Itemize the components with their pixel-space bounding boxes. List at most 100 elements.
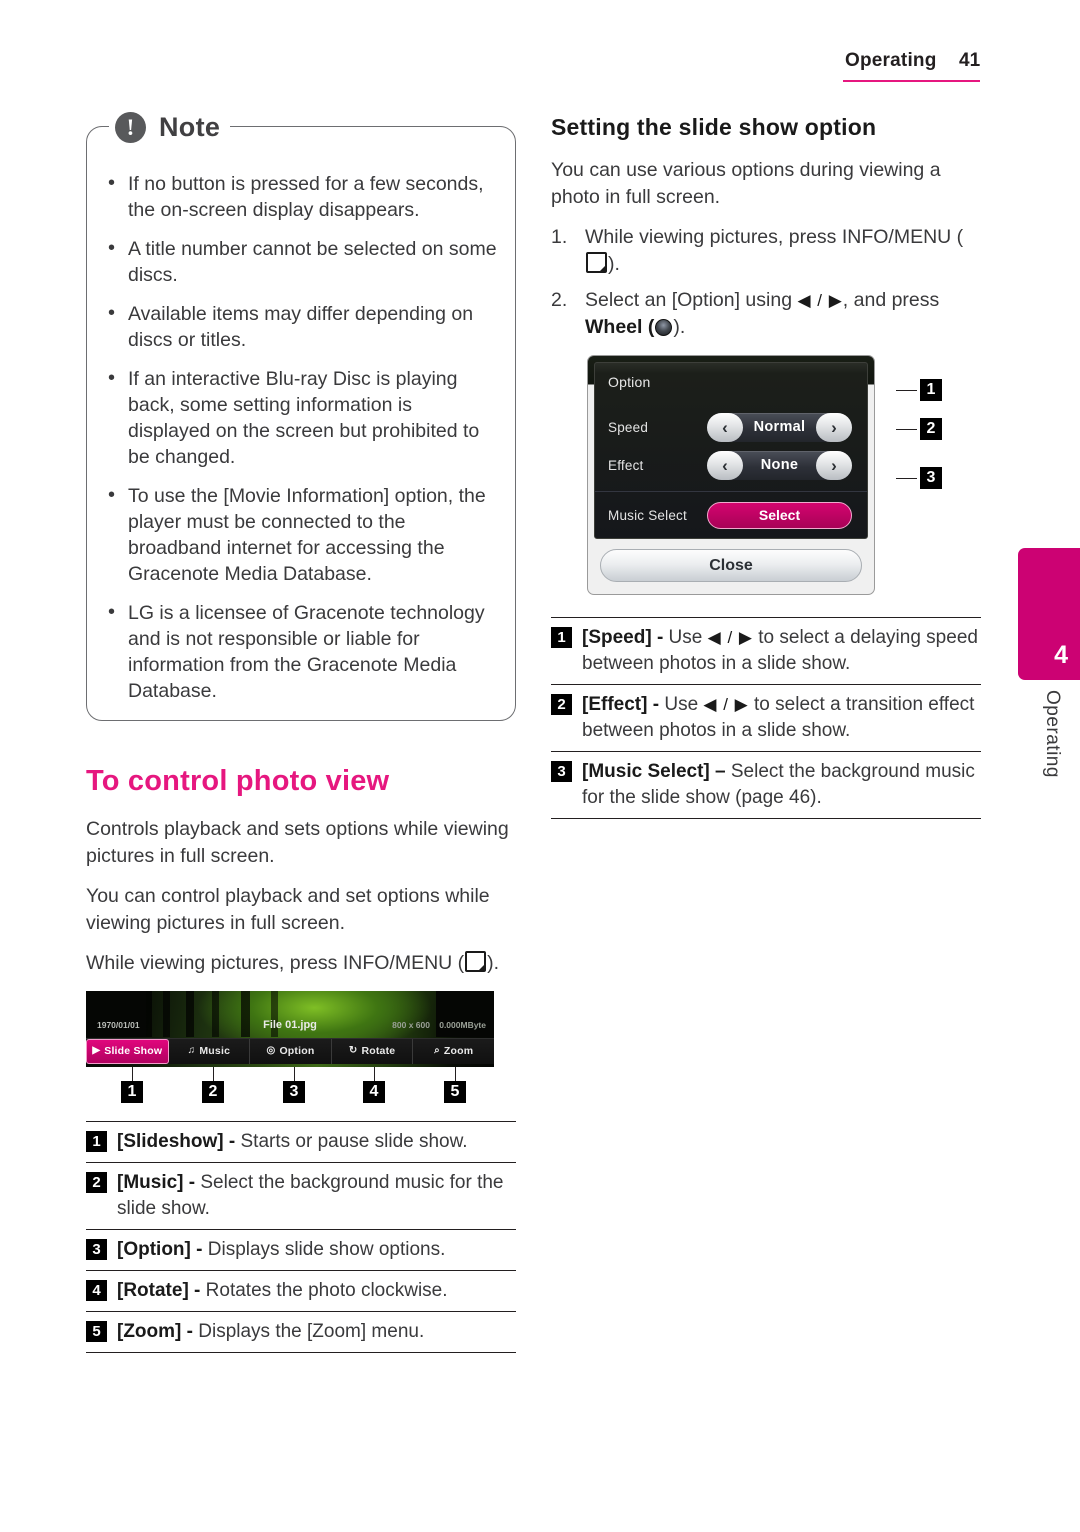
option-dialog-body: Option Speed ‹ Normal › Effect ‹ None › … [594, 362, 868, 539]
legend-chip: 5 [86, 1320, 107, 1342]
slide-show-option-steps: 1. While viewing pictures, press INFO/MEN… [551, 224, 981, 341]
step-number: 1. [551, 226, 568, 248]
osd-button-label: Zoom [443, 1045, 474, 1057]
note-item: A title number cannot be selected on som… [103, 235, 499, 288]
note-item: If an interactive Blu-ray Disc is playin… [103, 365, 499, 470]
callout-chip: 1 [121, 1080, 143, 1103]
callout-leader [213, 1066, 215, 1081]
legend-row: 3 [Option] - Displays slide show options… [86, 1230, 516, 1271]
legend-row: 2 [Effect] - Use ◀ / ▶ to select a trans… [551, 685, 981, 752]
photo-view-paragraph-3-pre: While viewing pictures, press INFO/MENU … [86, 952, 465, 974]
callout-leader [455, 1066, 457, 1081]
photo-view-heading: To control photo view [86, 765, 390, 797]
slide-show-option-heading: Setting the slide show option [551, 114, 877, 140]
step-text-post: ). [608, 253, 620, 275]
effect-stepper[interactable]: ‹ None › [707, 450, 852, 480]
legend-term: [Option] - [117, 1238, 203, 1260]
callout-chip: 3 [283, 1080, 305, 1103]
callout-leader [374, 1066, 376, 1081]
legend-text: [Zoom] - Displays the [Zoom] menu. [117, 1319, 424, 1345]
page-header: Operating 41 [843, 50, 995, 90]
osd-button-option[interactable]: ◎ Option [250, 1038, 332, 1064]
legend-text: [Speed] - Use ◀ / ▶ to select a delaying… [582, 625, 981, 677]
dialog-label-music-select: Music Select [608, 507, 687, 523]
photo-view-paragraph-3: While viewing pictures, press INFO/MENU … [86, 950, 516, 977]
callout-leader [294, 1066, 296, 1081]
legend-chip: 1 [86, 1130, 107, 1152]
magnifier-icon: ⌕ [434, 1045, 440, 1056]
note-item: If no button is pressed for a few second… [103, 170, 499, 223]
step-item: 1. While viewing pictures, press INFO/MEN… [551, 224, 981, 278]
legend-desc-pre: Use [663, 627, 708, 648]
legend-chip: 3 [86, 1238, 107, 1260]
dialog-row-music-select: Music Select Select [595, 491, 867, 532]
note-list: If no button is pressed for a few second… [103, 170, 499, 704]
legend-desc: Rotates the photo clockwise. [200, 1279, 448, 1301]
left-right-arrows-icon: ◀ / ▶ [703, 695, 749, 714]
callout-chip: 3 [920, 467, 942, 489]
legend-term: [Slideshow] - [117, 1130, 236, 1152]
osd-button-music[interactable]: ♫ Music [169, 1038, 251, 1064]
info-menu-key-icon [465, 951, 487, 972]
osd-toolbar: ▶ Slide Show ♫ Music ◎ Option ↻ Rotate ⌕… [86, 1037, 494, 1064]
chevron-right-icon[interactable]: › [816, 450, 852, 480]
play-icon: ▶ [92, 1045, 101, 1056]
osd-resolution: 800 x 600 [392, 1019, 430, 1030]
photo-osd-screenshot: 1970/01/01 File 01.jpg 800 x 600 0.000MB… [86, 990, 494, 1067]
osd-file-size: 0.000MByte [439, 1019, 486, 1030]
option-gear-icon: ◎ [266, 1045, 276, 1056]
music-note-icon: ♫ [187, 1045, 196, 1056]
note-item: Available items may differ depending on … [103, 300, 499, 353]
left-right-arrows-icon: ◀ / ▶ [797, 291, 843, 310]
note-header: ! Note [109, 106, 231, 148]
effect-value: None [760, 457, 799, 473]
legend-term: [Effect] - [582, 694, 660, 715]
note-box: ! Note If no button is pressed for a few… [86, 106, 516, 721]
step-text-post: ). [673, 316, 686, 338]
legend-text: [Effect] - Use ◀ / ▶ to select a transit… [582, 692, 981, 744]
legend-chip: 4 [86, 1279, 107, 1301]
speed-value: Normal [753, 419, 806, 435]
chevron-right-icon[interactable]: › [816, 412, 852, 442]
callout-chip: 2 [920, 418, 942, 440]
slide-show-option-intro: You can use various options during viewi… [551, 159, 941, 208]
note-title: Note [159, 111, 221, 142]
legend-chip: 2 [86, 1171, 107, 1193]
slide-show-option-legend: 1 [Speed] - Use ◀ / ▶ to select a delayi… [551, 617, 981, 819]
music-select-button[interactable]: Select [707, 501, 852, 529]
chevron-left-icon[interactable]: ‹ [707, 412, 743, 442]
page-number: 41 [959, 50, 981, 71]
osd-file-info: 1970/01/01 File 01.jpg 800 x 600 0.000MB… [86, 1018, 494, 1036]
step-number: 2. [551, 289, 568, 311]
chapter-tab-number: 4 [1054, 641, 1068, 669]
callout-chip: 2 [202, 1080, 224, 1103]
legend-text: [Music Select] – Select the background m… [582, 759, 981, 811]
legend-desc: Displays slide show options. [202, 1238, 446, 1260]
legend-desc: Starts or pause slide show. [235, 1130, 468, 1152]
note-item: LG is a licensee of Gracenote technology… [103, 599, 499, 704]
step-item: 2. Select an [Option] using ◀ / ▶, and pr… [551, 289, 940, 338]
left-column: ! Note If no button is pressed for a few… [86, 106, 516, 1353]
speed-stepper[interactable]: ‹ Normal › [707, 412, 852, 442]
callout-leader [896, 390, 917, 392]
dialog-label-speed: Speed [608, 419, 649, 435]
wheel-key-label: Wheel [585, 316, 643, 338]
legend-desc-pre: Use [659, 694, 704, 715]
dialog-label-effect: Effect [608, 457, 644, 473]
osd-button-rotate[interactable]: ↻ Rotate [332, 1038, 414, 1064]
osd-button-zoom[interactable]: ⌕ Zoom [413, 1039, 494, 1064]
legend-term: [Rotate] - [117, 1279, 201, 1301]
rotate-icon: ↻ [348, 1045, 358, 1056]
legend-chip: 3 [551, 761, 572, 782]
info-menu-key-icon [586, 252, 607, 273]
close-button[interactable]: Close [600, 549, 862, 582]
callout-chip: 1 [920, 379, 942, 401]
chevron-left-icon[interactable]: ‹ [707, 450, 743, 480]
step-text-mid: , and press [842, 289, 940, 311]
dialog-callout-group: 1 2 3 [896, 365, 966, 505]
legend-text: [Slideshow] - Starts or pause slide show… [117, 1129, 468, 1155]
exclamation-icon: ! [115, 111, 146, 143]
osd-callout-group: 1 2 3 4 5 [86, 1066, 494, 1113]
photo-view-paragraph-1: Controls playback and sets options while… [86, 818, 509, 867]
osd-button-slide-show[interactable]: ▶ Slide Show [86, 1038, 169, 1064]
